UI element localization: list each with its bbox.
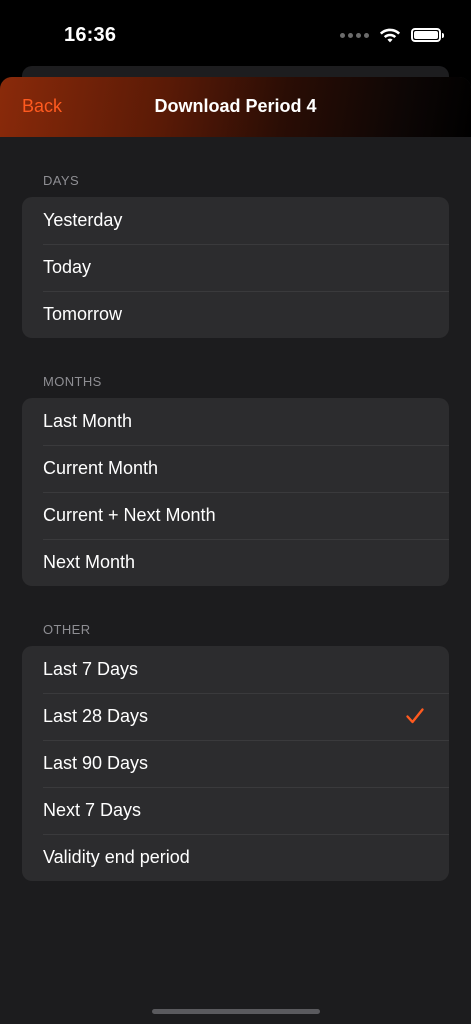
option-label: Validity end period	[43, 847, 190, 867]
option-next-month[interactable]: Next Month	[22, 539, 449, 586]
option-tomorrow[interactable]: Tomorrow	[22, 291, 449, 338]
signal-dots-icon	[340, 32, 369, 38]
battery-icon	[411, 28, 444, 42]
modal-sheet: Back Download Period 4 DAYS Yesterday To…	[0, 77, 471, 1024]
option-label: Tomorrow	[43, 304, 123, 324]
option-last-90-days[interactable]: Last 90 Days	[22, 740, 449, 787]
navigation-bar: Back Download Period 4	[0, 77, 471, 137]
checkmark-icon	[406, 708, 424, 724]
option-label: Last Month	[43, 411, 133, 431]
option-label: Current Month	[43, 458, 159, 478]
section-header-months: MONTHS	[43, 374, 102, 389]
section-header-days: DAYS	[43, 173, 80, 188]
option-label: Current + Next Month	[43, 505, 216, 525]
option-today[interactable]: Today	[22, 244, 449, 291]
option-label: Next Month	[43, 552, 136, 572]
option-last-28-days[interactable]: Last 28 Days	[22, 693, 449, 740]
status-time: 16:36	[64, 24, 117, 46]
other-group: Last 7 Days Last 28 Days Last 90 Days Ne…	[22, 646, 449, 881]
wifi-icon	[379, 28, 401, 43]
months-group: Last Month Current Month Current + Next …	[22, 398, 449, 586]
option-label: Today	[43, 257, 92, 277]
page-title: Download Period 4	[154, 96, 317, 116]
days-group: Yesterday Today Tomorrow	[22, 197, 449, 338]
option-current-next-month[interactable]: Current + Next Month	[22, 492, 449, 539]
option-label: Last 7 Days	[43, 659, 139, 679]
section-header-other: OTHER	[43, 622, 91, 637]
option-label: Yesterday	[43, 210, 123, 230]
option-last-7-days[interactable]: Last 7 Days	[22, 646, 449, 693]
option-label: Last 90 Days	[43, 753, 149, 773]
home-indicator[interactable]	[152, 1009, 320, 1014]
option-next-7-days[interactable]: Next 7 Days	[22, 787, 449, 834]
option-current-month[interactable]: Current Month	[22, 445, 449, 492]
option-yesterday[interactable]: Yesterday	[22, 197, 449, 244]
status-bar: 16:36	[0, 0, 471, 70]
option-last-month[interactable]: Last Month	[22, 398, 449, 445]
status-icons	[340, 24, 444, 46]
option-label: Last 28 Days	[43, 706, 149, 726]
option-label: Next 7 Days	[43, 800, 142, 820]
option-validity-end-period[interactable]: Validity end period	[22, 834, 449, 881]
